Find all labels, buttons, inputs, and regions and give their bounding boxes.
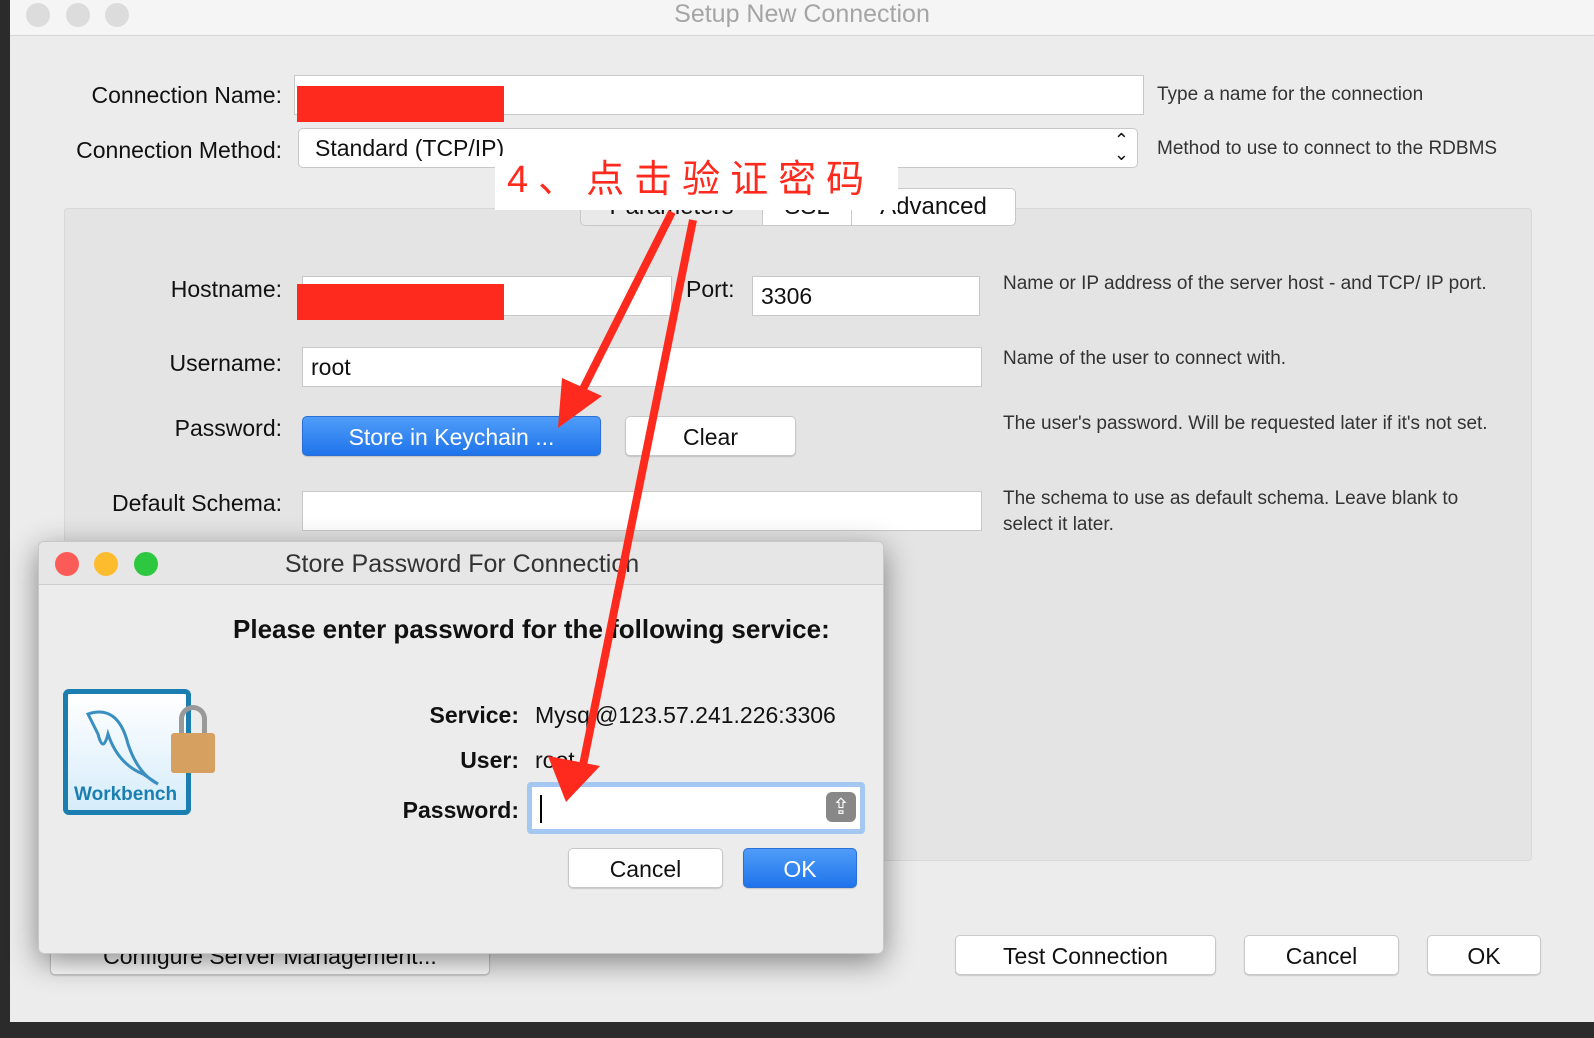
arrow-head-icon — [548, 756, 600, 802]
arrow-to-password — [578, 219, 697, 771]
arrow-head-icon — [558, 378, 602, 428]
annotation-arrows — [548, 210, 697, 802]
arrow-to-keychain — [576, 210, 676, 397]
